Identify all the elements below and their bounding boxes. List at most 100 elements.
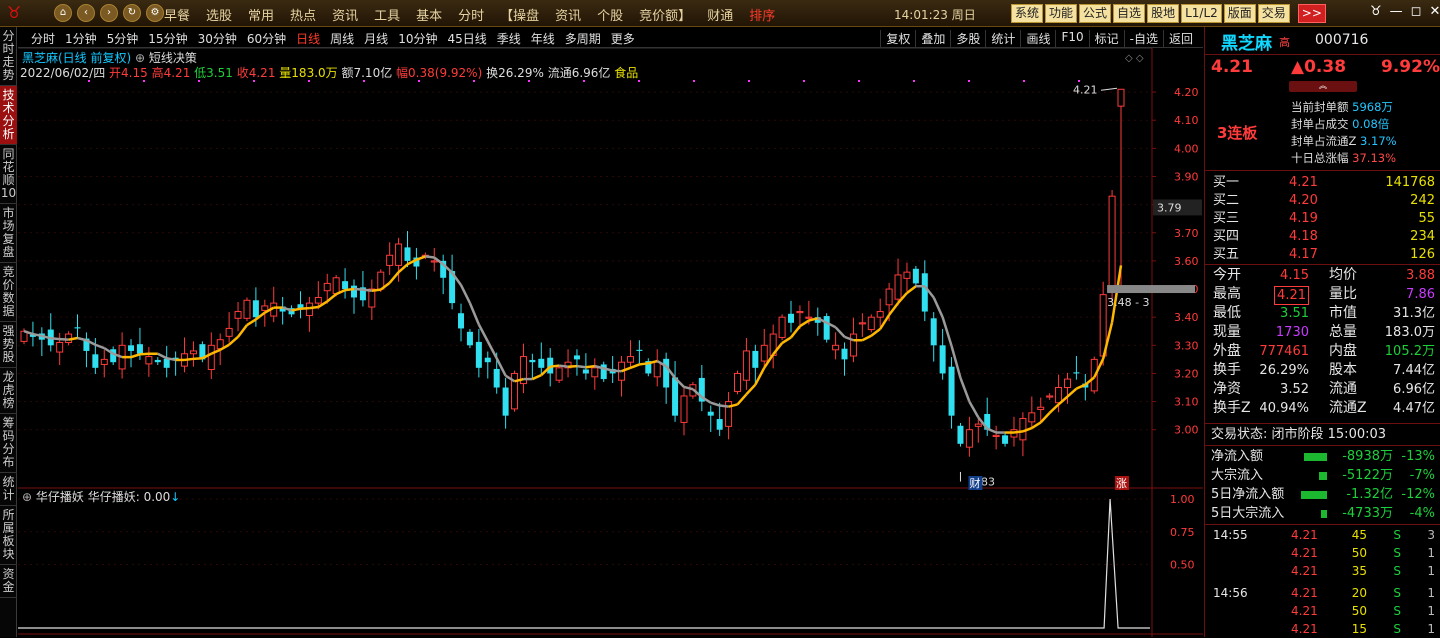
candle-body[interactable] [752, 350, 759, 368]
left-tab-1[interactable]: 技术分析 [0, 86, 17, 145]
candle-body[interactable] [992, 434, 1000, 437]
top-button-3[interactable]: 自选 [1113, 4, 1146, 23]
candle-body[interactable] [957, 425, 964, 444]
period-tab-10[interactable]: 45日线 [442, 30, 491, 47]
back-icon[interactable]: ‹ [77, 4, 95, 22]
chart-tool-3[interactable]: 统计 [985, 30, 1020, 47]
candle-body[interactable] [930, 318, 937, 346]
menu-item-2[interactable]: 常用 [240, 5, 282, 24]
chart-tool-6[interactable]: 标记 [1088, 30, 1124, 47]
period-tab-13[interactable]: 多周期 [560, 30, 606, 47]
candle-body[interactable] [1002, 435, 1009, 444]
candle-body[interactable] [100, 358, 108, 365]
candle-body[interactable] [502, 387, 509, 416]
candle-body[interactable] [788, 313, 795, 323]
indicator-name[interactable]: 短线决策 [149, 51, 197, 65]
candle-body[interactable] [74, 327, 81, 329]
close-icon[interactable]: ✕ [1429, 4, 1440, 19]
candle-body[interactable] [885, 288, 893, 306]
candle-body[interactable] [493, 368, 500, 388]
candle-body[interactable] [823, 316, 830, 340]
chart-tool-7[interactable]: -自选 [1123, 30, 1163, 47]
candle-body[interactable] [323, 282, 331, 292]
candle-body[interactable] [663, 358, 670, 388]
left-tab-8[interactable]: 统计 [0, 473, 17, 506]
candle-body[interactable] [939, 345, 946, 374]
candle-body[interactable] [912, 268, 919, 284]
candle-body[interactable] [1063, 378, 1071, 389]
candle-body[interactable] [742, 350, 750, 381]
candle-body[interactable] [342, 281, 349, 290]
candle-body[interactable] [591, 367, 599, 378]
candle-body[interactable] [404, 247, 411, 261]
bull-logo-icon[interactable]: ♉ [4, 3, 24, 23]
forward-icon[interactable]: › [100, 4, 118, 22]
candle-body[interactable] [154, 359, 161, 363]
candle-body[interactable] [136, 344, 143, 354]
candle-body[interactable] [252, 300, 259, 318]
period-tab-4[interactable]: 30分钟 [193, 30, 242, 47]
menu-item-12[interactable]: 财通 [699, 5, 741, 24]
left-tab-9[interactable]: 所属板块 [0, 506, 17, 565]
top-button-0[interactable]: 系统 [1011, 4, 1044, 23]
candle-body[interactable] [876, 311, 884, 318]
candle-body[interactable] [458, 313, 465, 329]
candle-body[interactable] [225, 327, 233, 337]
candle-body[interactable] [350, 285, 357, 298]
left-tab-0[interactable]: 分时走势 [0, 27, 17, 86]
candle-body[interactable] [243, 299, 251, 319]
menu-item-5[interactable]: 工具 [366, 5, 408, 24]
candle-body[interactable] [92, 354, 99, 368]
candle-body[interactable] [128, 345, 135, 351]
kline-chart[interactable]: 4.204.104.003.903.803.703.603.503.403.30… [18, 48, 1203, 637]
bid-row[interactable]: 买一 4.21 141768 [1205, 174, 1440, 191]
nav-diamond-icon[interactable]: ◇ ◇ [1125, 53, 1144, 64]
bull-icon[interactable]: ♉ [1370, 4, 1382, 19]
candle-body[interactable] [332, 277, 340, 295]
top-button-6[interactable]: 版面 [1223, 4, 1256, 23]
candle-body[interactable] [261, 305, 269, 311]
candle-body[interactable] [314, 296, 322, 304]
menu-item-9[interactable]: 资讯 [547, 5, 589, 24]
period-tab-0[interactable]: 分时 [26, 30, 60, 47]
candle-body[interactable] [948, 366, 955, 416]
menu-item-10[interactable]: 个股 [589, 5, 631, 24]
period-tab-2[interactable]: 5分钟 [102, 30, 144, 47]
candle-body[interactable] [234, 311, 242, 319]
bid-row[interactable]: 买三 4.19 55 [1205, 210, 1440, 227]
top-button-7[interactable]: 交易 [1257, 4, 1290, 23]
candle-body[interactable] [56, 341, 64, 353]
candle-body[interactable] [894, 274, 902, 300]
candle-body[interactable] [538, 358, 545, 368]
dropdown-icon[interactable]: ⊕ [135, 51, 145, 65]
candle-body[interactable] [466, 331, 473, 346]
candle-body[interactable] [163, 358, 170, 368]
chart-tool-4[interactable]: 画线 [1020, 30, 1055, 47]
candle-body[interactable] [1073, 372, 1080, 374]
chart-tool-8[interactable]: 返回 [1162, 30, 1198, 47]
more-button[interactable]: >> [1297, 4, 1326, 23]
candle-body[interactable] [796, 311, 804, 314]
chart-tool-2[interactable]: 多股 [950, 30, 985, 47]
candle-body[interactable] [368, 288, 376, 308]
candle-body[interactable] [626, 356, 634, 363]
period-tab-5[interactable]: 60分钟 [242, 30, 291, 47]
candle-body[interactable] [573, 355, 580, 360]
menu-item-4[interactable]: 资讯 [324, 5, 366, 24]
menu-item-13[interactable]: 排序 [741, 5, 783, 24]
period-tab-1[interactable]: 1分钟 [60, 30, 102, 47]
menu-item-0[interactable]: 早餐 [156, 5, 198, 24]
candle-body[interactable] [189, 350, 197, 355]
candle-body[interactable] [386, 254, 394, 266]
bid-row[interactable]: 买二 4.20 242 [1205, 192, 1440, 209]
left-tab-10[interactable]: 资金 [0, 565, 17, 598]
candle-body[interactable] [733, 372, 741, 392]
left-tab-2[interactable]: 同花顺10 [0, 145, 17, 204]
candle-body[interactable] [1117, 88, 1125, 107]
period-tab-7[interactable]: 周线 [325, 30, 359, 47]
candle-body[interactable] [582, 369, 589, 374]
period-tab-8[interactable]: 月线 [359, 30, 393, 47]
candle-body[interactable] [1108, 195, 1116, 287]
maximize-icon[interactable]: ◻ [1411, 4, 1422, 19]
candle-body[interactable] [395, 243, 403, 266]
